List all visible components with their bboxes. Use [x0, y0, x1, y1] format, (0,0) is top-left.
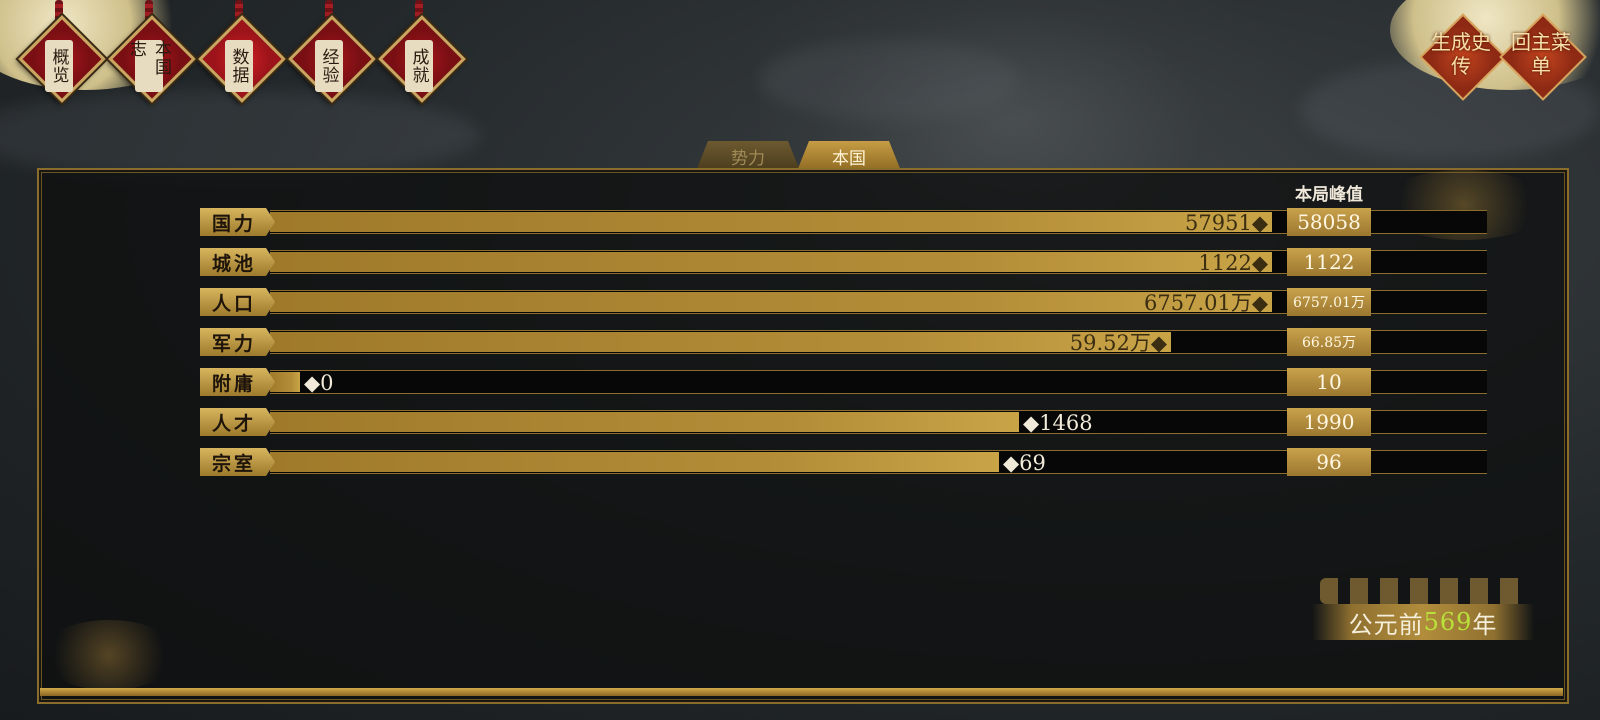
stat-current-value: 1122◆ — [1198, 251, 1268, 275]
stat-label: 附庸 — [200, 368, 275, 396]
generate-chronicle-label[interactable]: 生成史传 — [1431, 30, 1491, 82]
stat-peak-value: 66.85万 — [1287, 328, 1371, 356]
year-number: 569 — [1423, 608, 1473, 636]
tab-faction[interactable]: 势力 — [696, 141, 800, 171]
nav-item-label: 成就 — [405, 40, 433, 92]
stat-current-value: 59.52万◆ — [1069, 331, 1167, 355]
stat-peak-value: 6757.01万 — [1287, 288, 1371, 316]
nav-item-label: 概览 — [45, 40, 73, 92]
nav-item-label: 数据 — [225, 40, 253, 92]
nav-item-nation-history[interactable]: 本国志 — [108, 0, 196, 110]
stat-peak-value: 1122 — [1287, 248, 1371, 276]
stat-bar-fill — [270, 292, 1272, 312]
stat-label: 城池 — [200, 248, 275, 276]
stat-label: 国力 — [200, 208, 275, 236]
stat-current-value: ◆1468 — [1023, 411, 1093, 435]
stat-bar-fill — [270, 212, 1272, 232]
stat-current-value: 6757.01万◆ — [1144, 291, 1268, 315]
stat-current-value: ◆69 — [1003, 451, 1046, 475]
stat-peak-value: 96 — [1287, 448, 1371, 476]
stat-peak-value: 10 — [1287, 368, 1371, 396]
nav-item-experience[interactable]: 经验 — [288, 0, 376, 110]
stat-label: 人才 — [200, 408, 275, 436]
year-suffix: 年 — [1472, 610, 1498, 639]
nav-item-overview[interactable]: 概览 — [18, 0, 106, 110]
stat-bar-fill — [270, 412, 1019, 432]
year-display: 公元前 569 年 — [1312, 604, 1534, 640]
nav-item-label: 本国志 — [126, 40, 171, 92]
stat-label: 人口 — [200, 288, 275, 316]
nav-item-achievements[interactable]: 成就 — [378, 0, 466, 110]
stat-label: 军力 — [200, 328, 275, 356]
stat-bar-fill — [270, 332, 1171, 352]
peak-value-header: 本局峰值 — [1295, 185, 1363, 205]
main-menu-label[interactable]: 回主菜单 — [1511, 30, 1571, 82]
stat-bar-fill — [270, 452, 999, 472]
stat-current-value: 57951◆ — [1185, 211, 1268, 235]
stat-bar-fill — [270, 252, 1272, 272]
cloud-ornament-icon — [39, 620, 179, 690]
stat-label: 宗室 — [200, 448, 275, 476]
nav-item-data[interactable]: 数据 — [198, 0, 286, 110]
bronze-pattern-ornament — [1320, 578, 1530, 604]
panel-bottom-border — [40, 688, 1563, 696]
tab-nation[interactable]: 本国 — [797, 141, 901, 171]
nav-item-label: 经验 — [315, 40, 343, 92]
stat-current-value: ◆0 — [304, 371, 334, 395]
stat-peak-value: 58058 — [1287, 208, 1371, 236]
year-prefix: 公元前 — [1348, 610, 1424, 639]
stat-peak-value: 1990 — [1287, 408, 1371, 436]
